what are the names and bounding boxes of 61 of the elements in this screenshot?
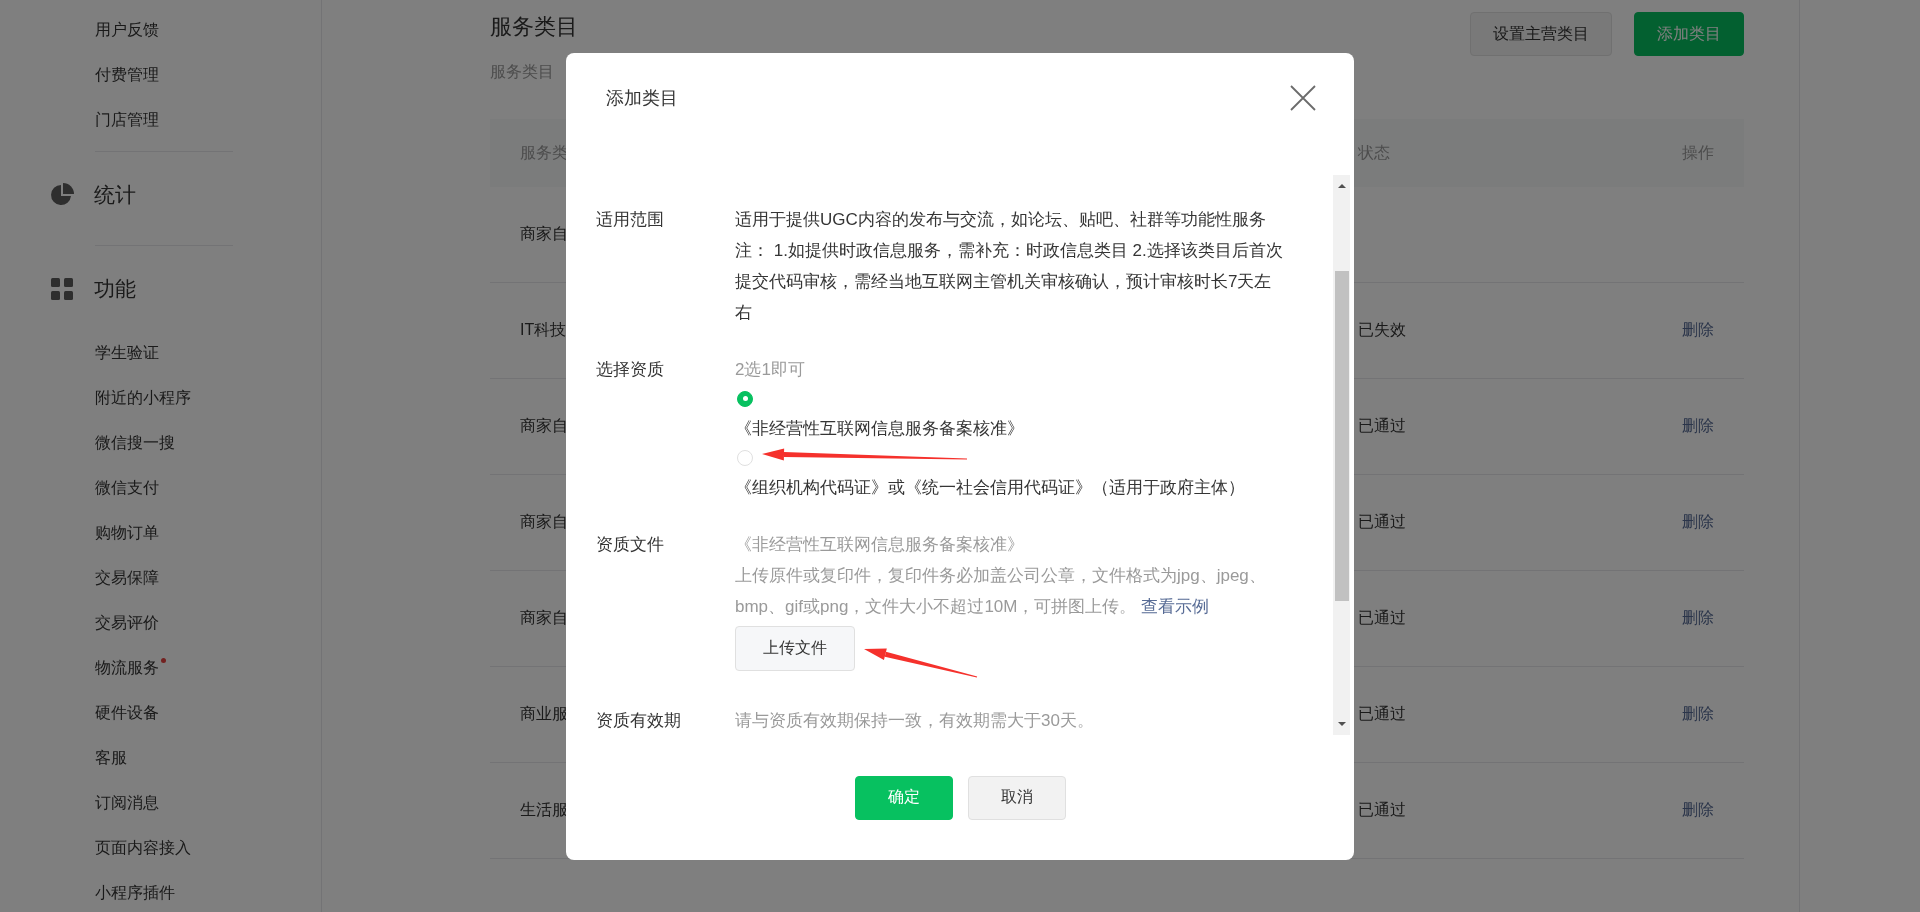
radio-label: 《组织机构代码证》或《统一社会信用代码证》（适用于政府主体）	[735, 476, 1245, 499]
section-title: 功能	[94, 275, 136, 302]
scrollbar[interactable]	[1333, 174, 1350, 735]
sidebar-item[interactable]: 门店管理	[0, 98, 321, 143]
cancel-button[interactable]: 取消	[967, 775, 1066, 820]
sidebar-item[interactable]: 交易评价	[0, 601, 321, 646]
hint-text: 请与资质有效期保持一致，有效期需大于30天。	[735, 709, 1094, 732]
sidebar-item[interactable]: 订阅消息	[0, 781, 321, 826]
sidebar-item[interactable]: 页面内容接入	[0, 826, 321, 871]
section-title: 统计	[94, 181, 136, 208]
sidebar-item[interactable]: 小程序插件	[0, 871, 321, 912]
status-text: 已通过	[1358, 417, 1406, 434]
field-label: 适用范围	[596, 208, 665, 231]
field-label: 资质文件	[596, 533, 665, 556]
table-cell: 商家自	[520, 513, 568, 530]
sidebar-item[interactable]: 交易保障	[0, 556, 321, 601]
status-text: 已失效	[1358, 321, 1406, 338]
hint-text: 2选1即可	[735, 358, 805, 381]
sidebar-item[interactable]: 付费管理	[0, 53, 321, 98]
delete-link[interactable]: 删除	[1682, 800, 1714, 821]
radio-button[interactable]	[737, 390, 753, 407]
sidebar-item[interactable]: 硬件设备	[0, 691, 321, 736]
table-cell: 商家自	[520, 609, 568, 626]
grid-icon	[50, 276, 74, 301]
description-text: 适用于提供UGC内容的发布与交流，如论坛、贴吧、社群等功能性服务	[735, 208, 1266, 231]
sidebar-item[interactable]: 学生验证	[0, 331, 321, 376]
upload-description: 上传原件或复印件，复印件务必加盖公司公章，文件格式为jpg、jpeg、bmp、gif或png，文件大小不超过10M，可拼图上传。 查看示例	[735, 564, 1267, 618]
table-cell: 生活服	[520, 801, 568, 818]
sidebar-item[interactable]: 用户反馈	[0, 8, 321, 53]
page-title: 服务类目	[490, 13, 578, 41]
pie-chart-icon	[50, 182, 74, 207]
sidebar-item[interactable]: 微信支付	[0, 466, 321, 511]
radio-label: 《非经营性互联网信息服务备案核准》	[735, 417, 1024, 440]
description-text: 注： 1.如提供时政信息服务，需补充：时政信息类目 2.选择该类目后首次提交代码审核，需经当地互联网主管机关审核确认，预计审核时长7天左右	[735, 239, 1284, 324]
example-link[interactable]: 查看示例	[1141, 596, 1210, 616]
sidebar-item[interactable]: 客服	[0, 736, 321, 781]
sidebar-item[interactable]: 微信搜一搜	[0, 421, 321, 466]
field-label: 资质有效期	[596, 709, 682, 732]
table-cell: 商家自	[520, 417, 568, 434]
status-text: 已通过	[1358, 609, 1406, 626]
delete-link[interactable]: 删除	[1682, 416, 1714, 437]
sidebar-item[interactable]: 物流服务	[0, 646, 321, 691]
confirm-button[interactable]: 确定	[854, 775, 953, 820]
table-cell: 商家自	[520, 225, 568, 242]
delete-link[interactable]: 删除	[1682, 704, 1714, 725]
document-name: 《非经营性互联网信息服务备案核准》	[735, 533, 1024, 556]
delete-link[interactable]: 删除	[1682, 608, 1714, 629]
sidebar-item[interactable]: 附近的小程序	[0, 376, 321, 421]
status-text: 已通过	[1358, 513, 1406, 530]
table-cell: IT科技	[520, 321, 567, 338]
close-icon[interactable]	[1290, 84, 1316, 111]
settings-button[interactable]: 设置主营类目	[1470, 12, 1612, 56]
upload-button[interactable]: 上传文件	[735, 625, 855, 671]
delete-link[interactable]: 删除	[1682, 512, 1714, 533]
modal-title: 添加类目	[606, 86, 678, 110]
field-label: 选择资质	[596, 358, 665, 381]
table-cell: 商业服	[520, 705, 568, 722]
status-text: 已通过	[1358, 801, 1406, 818]
delete-link[interactable]: 删除	[1682, 320, 1714, 341]
sidebar-item[interactable]: 购物订单	[0, 511, 321, 556]
status-text: 已通过	[1358, 705, 1406, 722]
